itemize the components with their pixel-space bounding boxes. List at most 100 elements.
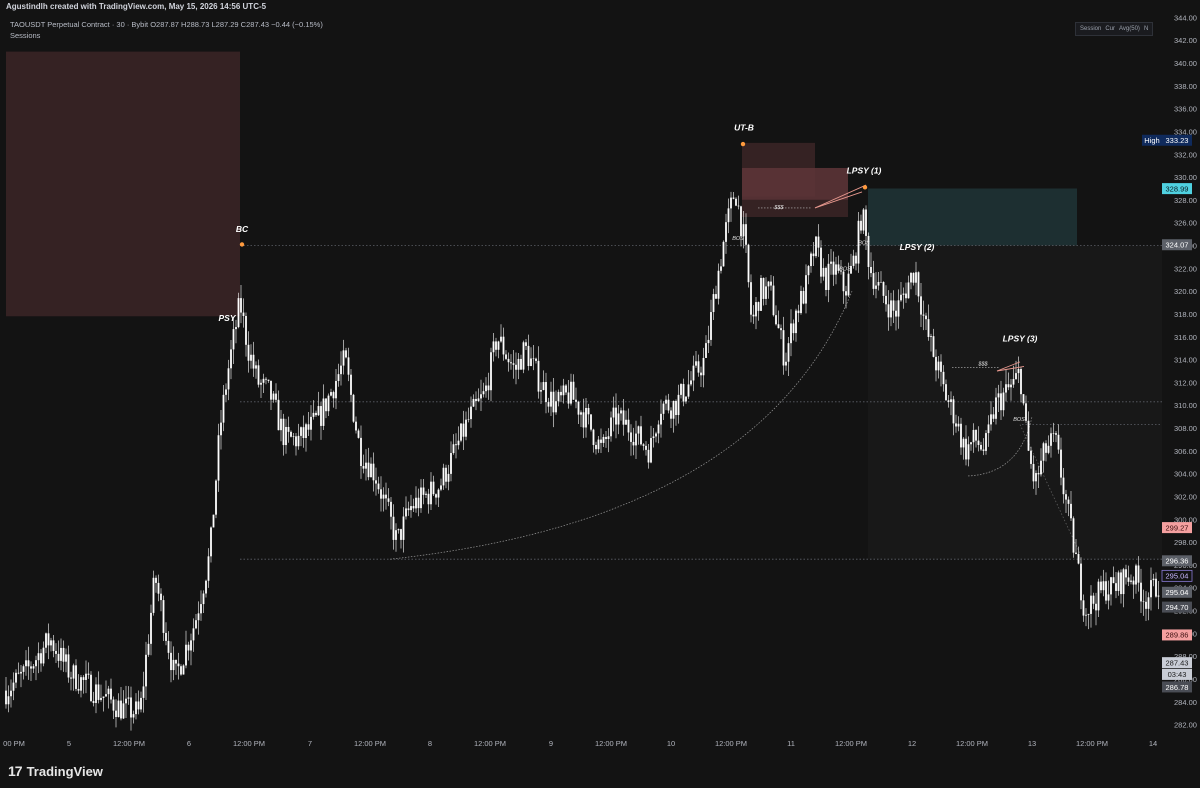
candle-body: [325, 398, 327, 412]
candle-body: [1020, 369, 1022, 395]
price-chart[interactable]: BC PSY UT-B LPSY (1) LPSY (2) LPSY (3) $$$ BOS B…: [0, 0, 1200, 788]
candle-body: [752, 314, 755, 317]
y-tick-label: 318.00: [1174, 310, 1197, 319]
candle-body: [920, 296, 922, 315]
candle-body: [197, 613, 200, 621]
candle-body: [785, 361, 787, 366]
candle-body: [1005, 384, 1007, 393]
candle-body: [545, 382, 547, 403]
candle-body: [847, 273, 850, 296]
candle-body: [477, 398, 480, 402]
candle-body: [125, 698, 127, 704]
candle-body: [395, 530, 397, 540]
x-tick-label: 9: [549, 739, 553, 748]
candle-body: [480, 394, 482, 399]
wyckoff-label: PSY: [218, 313, 236, 323]
candle-body: [805, 275, 807, 304]
candle-body: [335, 381, 337, 399]
candle-body: [802, 290, 805, 304]
candle-body: [1035, 473, 1037, 482]
supply-strong-zone: [742, 167, 848, 200]
candle-body: [62, 647, 65, 662]
candle-body: [617, 413, 620, 425]
candle-body: [232, 329, 235, 350]
candle-body: [1000, 393, 1002, 411]
candle-body: [302, 427, 305, 438]
candle-body: [907, 282, 910, 299]
candle-body: [760, 278, 762, 311]
candle-body: [250, 354, 252, 361]
candle-body: [337, 374, 340, 382]
candle-body: [1082, 600, 1085, 616]
y-tick-label: 282.00: [1174, 721, 1197, 730]
price-tag-value: 289.86: [1166, 631, 1189, 640]
y-tick-label: 328.00: [1174, 196, 1197, 205]
candle-body: [1137, 565, 1140, 583]
candle-body: [1155, 578, 1157, 597]
y-tick-label: 338.00: [1174, 82, 1197, 91]
candle-body: [665, 399, 667, 404]
candle-body: [442, 467, 445, 486]
candle-body: [450, 453, 452, 474]
candle-body: [397, 529, 400, 531]
candle-body: [222, 394, 225, 423]
candle-body: [247, 344, 250, 361]
x-tick-label: 12:00 PM: [233, 739, 265, 748]
candle-body: [540, 390, 542, 392]
candle-body: [425, 493, 427, 495]
candle-body: [597, 439, 600, 450]
candle-body: [962, 438, 965, 448]
x-tick-label: 12:00 PM: [354, 739, 386, 748]
candle-body: [1017, 369, 1020, 374]
candle-body: [350, 374, 352, 395]
y-tick-label: 304.00: [1174, 470, 1197, 479]
candle-body: [427, 493, 430, 505]
candle-body: [632, 441, 635, 446]
candle-body: [95, 684, 97, 703]
candle-body: [970, 442, 972, 445]
candle-body: [537, 360, 540, 392]
y-tick-label: 312.00: [1174, 378, 1197, 387]
candle-body: [675, 400, 677, 416]
candle-body: [1047, 445, 1050, 453]
candle-body: [1007, 384, 1010, 388]
x-tick-label: 13: [1028, 739, 1036, 748]
candle-body: [25, 660, 27, 667]
price-tag-value: 328.99: [1166, 184, 1189, 193]
candle-body: [1135, 565, 1137, 585]
candle-body: [237, 298, 240, 328]
candle-body: [72, 665, 75, 679]
candle-body: [330, 392, 332, 396]
candle-body: [565, 385, 567, 393]
candle-body: [152, 577, 155, 613]
candle-body: [12, 682, 15, 691]
candle-body: [647, 449, 650, 463]
candle-body: [227, 368, 230, 390]
candle-body: [917, 272, 920, 297]
candle-body: [1100, 581, 1102, 591]
y-tick-label: 284.00: [1174, 698, 1197, 707]
candle-body: [1140, 582, 1142, 602]
candle-body: [382, 494, 385, 499]
candle-body: [882, 282, 885, 296]
candle-body: [327, 395, 330, 412]
candle-body: [135, 701, 137, 715]
candle-body: [737, 205, 740, 207]
candle-body: [1057, 434, 1060, 450]
candle-body: [977, 440, 980, 445]
candle-body: [712, 294, 715, 313]
candle-body: [452, 444, 455, 454]
y-tick-label: 316.00: [1174, 333, 1197, 342]
candle-body: [212, 514, 215, 528]
candle-body: [147, 643, 150, 655]
candle-body: [992, 414, 995, 419]
candle-body: [10, 690, 12, 697]
candle-body: [952, 399, 955, 424]
candle-body: [155, 577, 157, 583]
price-tag-value: 333.23: [1166, 136, 1189, 145]
pivot-marker: [740, 141, 746, 147]
candle-body: [315, 412, 317, 416]
candle-body: [1090, 595, 1092, 614]
candle-body: [157, 582, 160, 594]
candle-body: [792, 323, 795, 334]
